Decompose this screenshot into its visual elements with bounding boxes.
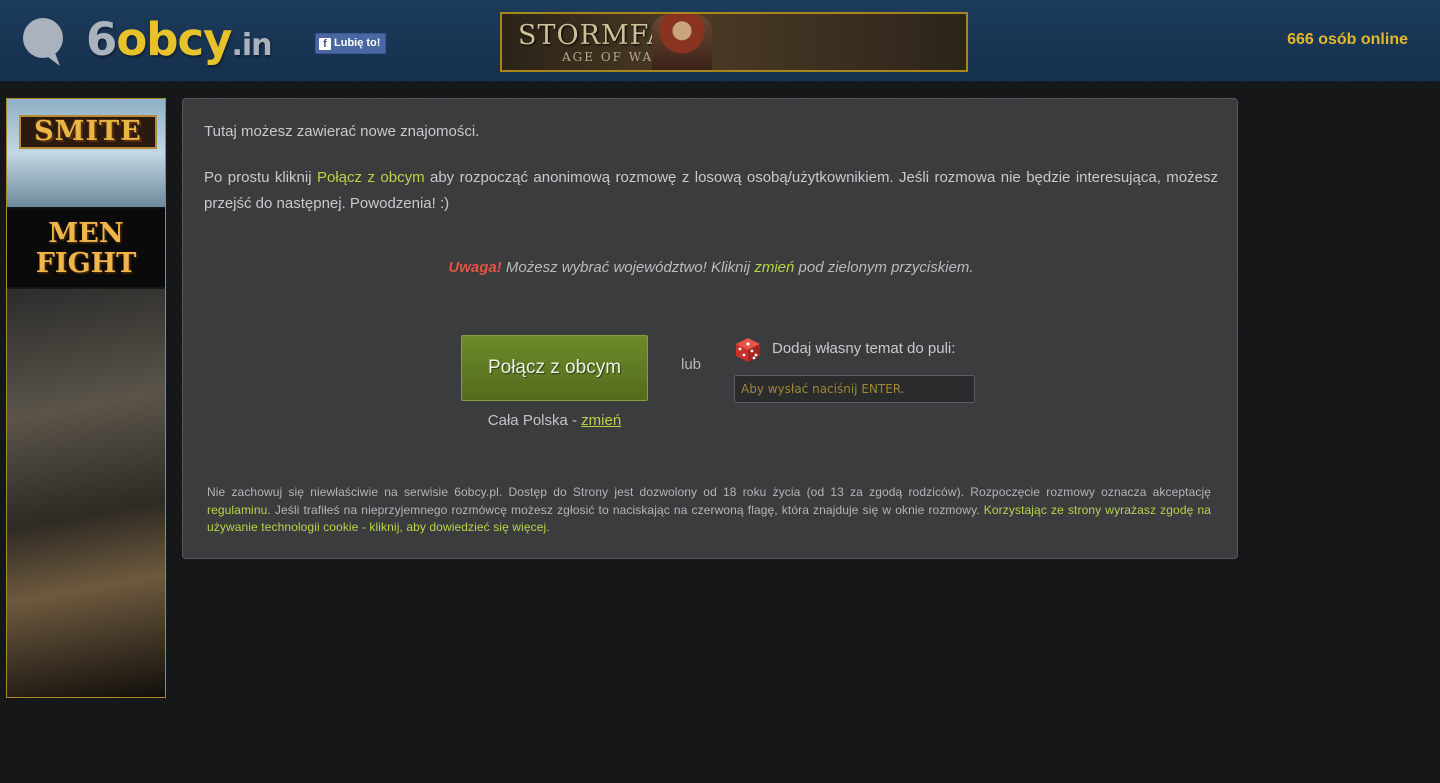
or-separator: lub xyxy=(681,356,702,373)
facebook-like-button[interactable]: f Lubię to! xyxy=(315,33,387,54)
change-region-link[interactable]: zmień xyxy=(581,412,621,429)
header: 6obcy.in f Lubię to! STORMFALL AGE OF WA… xyxy=(0,0,1440,82)
facebook-icon: f xyxy=(319,37,331,50)
intro-text: Tutaj możesz zawierać nowe znajomości. xyxy=(204,123,480,140)
topic-input[interactable] xyxy=(734,375,975,403)
smite-ad-tagline: MEN FIGHT xyxy=(7,209,165,287)
dice-icon xyxy=(736,338,760,362)
stormfall-banner-ad[interactable]: STORMFALL AGE OF WAR xyxy=(500,12,968,72)
topic-label: Dodaj własny temat do puli: xyxy=(772,340,956,357)
region-notice: Uwaga! Możesz wybrać województwo! Klikni… xyxy=(448,259,974,276)
region-selector: Cała Polska - zmień xyxy=(461,412,648,429)
site-logo[interactable]: 6obcy.in xyxy=(22,12,273,70)
terms-notice: Nie zachowuj się niewłaściwie na serwisi… xyxy=(207,485,1212,534)
warning-label: Uwaga! xyxy=(448,259,502,276)
facebook-like-label: Lubię to! xyxy=(334,37,381,49)
notice-change-word: zmień xyxy=(754,259,795,276)
banner-warrior-image xyxy=(652,14,712,70)
online-count: 666 osób online xyxy=(1287,31,1408,48)
smite-ad-artwork xyxy=(7,289,165,697)
logo-text: 6obcy.in xyxy=(86,13,273,66)
smite-logo: SMITE xyxy=(19,115,157,149)
region-value: Cała Polska - xyxy=(487,412,582,429)
banner-subtitle: AGE OF WAR xyxy=(562,50,665,64)
chat-bubble-icon xyxy=(23,18,63,66)
connect-reference: Połącz z obcym xyxy=(317,169,425,186)
rules-link[interactable]: regulaminu xyxy=(207,503,267,517)
connect-with-stranger-button[interactable]: Połącz z obcym xyxy=(461,335,648,401)
smite-sidebar-ad[interactable]: SMITE MEN FIGHT xyxy=(6,98,166,698)
description-text: Po prostu kliknij Połącz z obcym aby roz… xyxy=(204,169,1218,212)
main-panel: Tutaj możesz zawierać nowe znajomości. P… xyxy=(182,98,1238,559)
smite-ad-sky: SMITE xyxy=(7,99,165,207)
